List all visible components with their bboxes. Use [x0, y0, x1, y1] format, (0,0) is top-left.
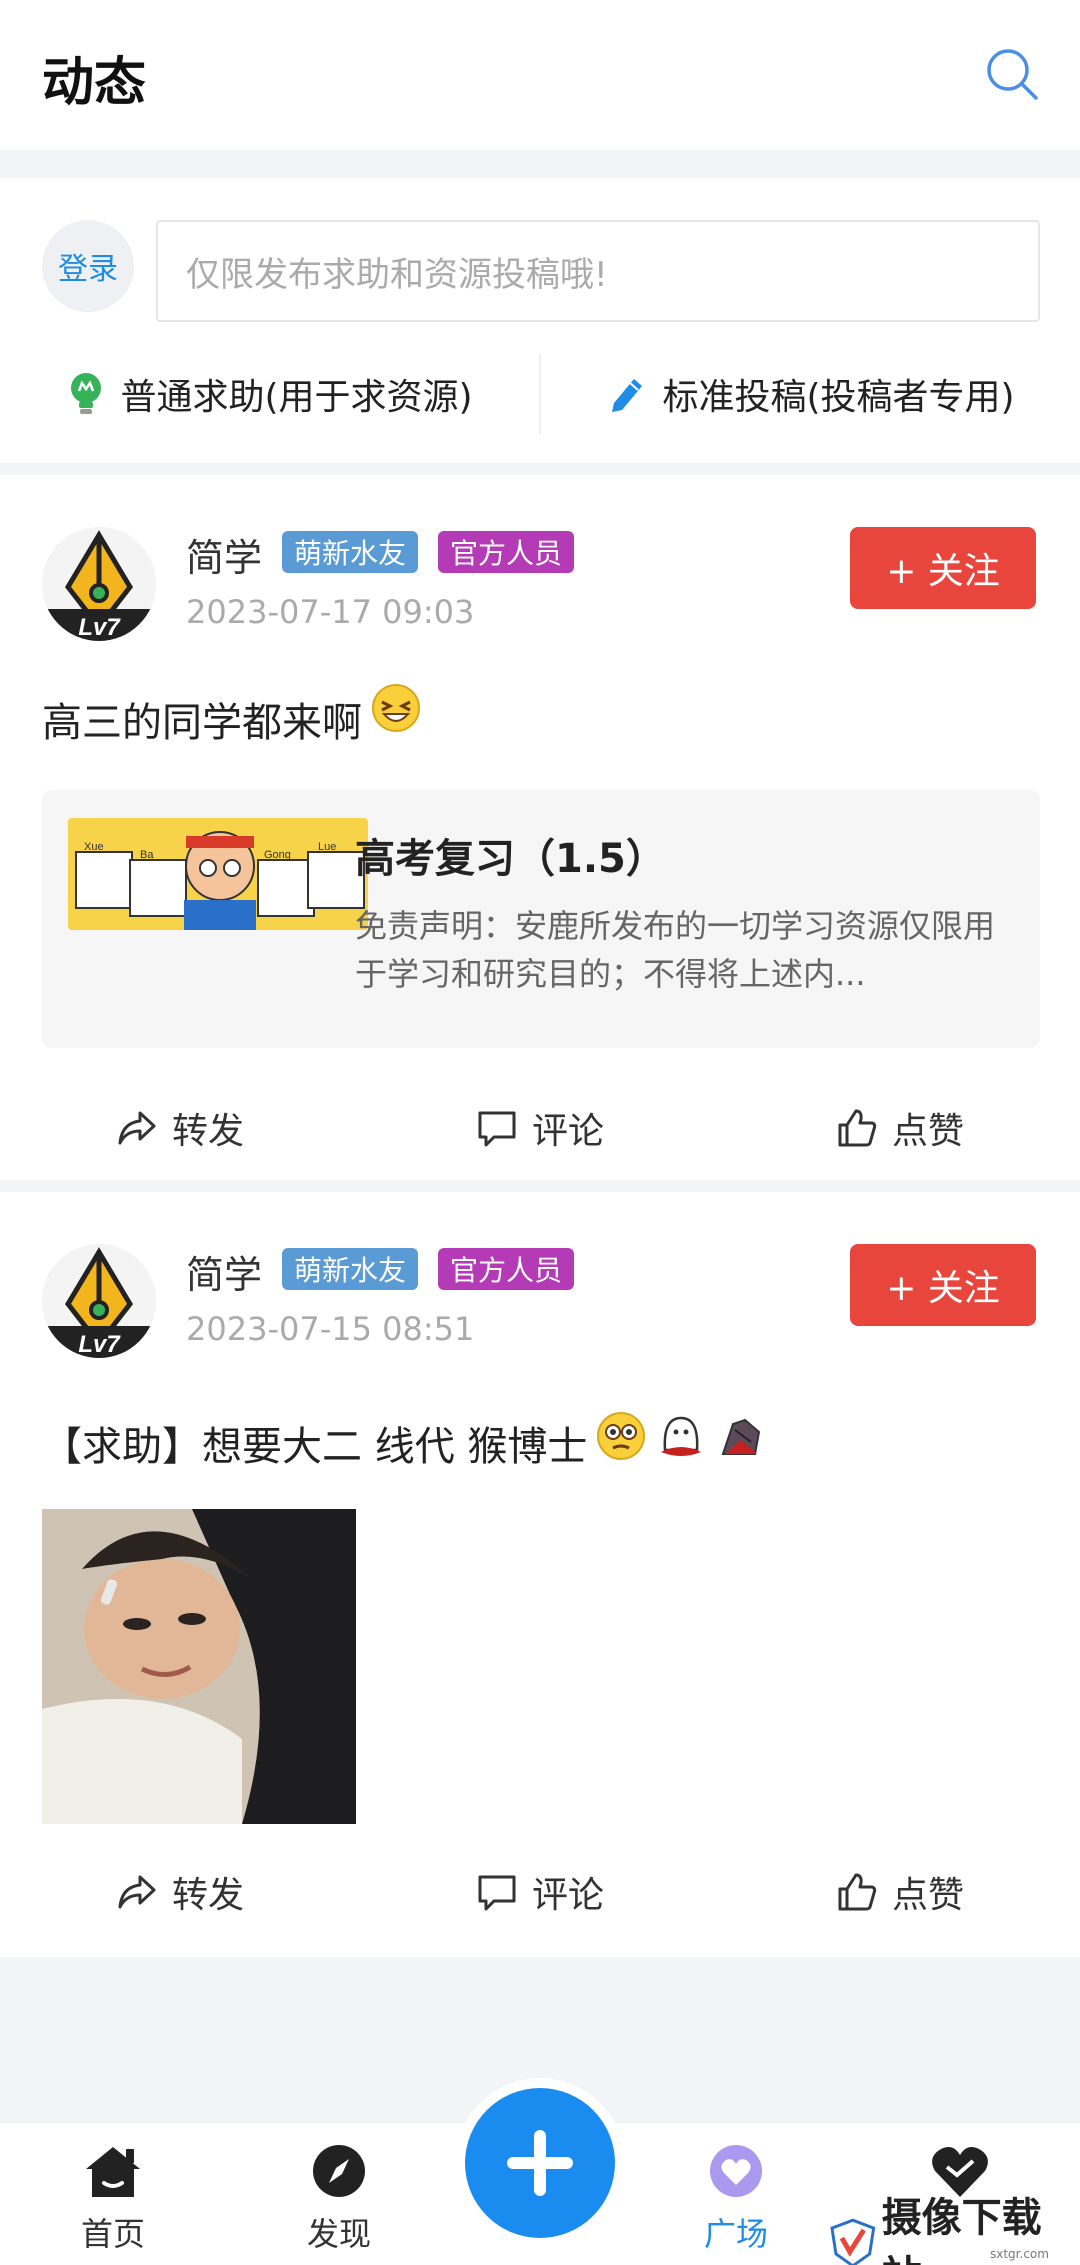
watermark-text: 摄像下载站	[881, 2195, 1042, 2265]
tab-plaza-label: 广场	[703, 2215, 768, 2253]
tab-home-label: 首页	[80, 2215, 145, 2253]
share-label: 转发	[171, 1875, 244, 1916]
follow-button[interactable]: + 关注	[850, 1244, 1036, 1326]
thumbs-up-icon	[838, 1109, 877, 1147]
post-card: Lv7 简学 萌新水友 官方人员 2023-07-17 09:03 + 关注 高…	[0, 475, 1080, 1180]
post-time: 2023-07-15 08:51	[186, 1310, 475, 1348]
comment-label: 评论	[531, 1111, 604, 1152]
thinking-emoji-icon	[597, 1412, 646, 1460]
plus-icon	[507, 2130, 573, 2196]
ghost-emoji-icon	[661, 1416, 702, 1456]
post-photo[interactable]	[42, 1509, 356, 1824]
top-bar: 动态	[0, 0, 1080, 150]
post-text: 高三的同学都来啊	[42, 700, 362, 746]
tab-discover[interactable]: 发现	[259, 2143, 419, 2255]
resource-card[interactable]: Xue Ba Gong Lue 高考复习（1.5） 免责声明：安鹿所发布的一切学…	[42, 790, 1040, 1048]
avatar[interactable]: Lv7	[42, 527, 156, 641]
post-text-row: 高三的同学都来啊	[42, 684, 422, 748]
svg-text:Lue: Lue	[318, 841, 336, 853]
post-text-row: 【求助】想要大二 线代 猴博士	[42, 1412, 767, 1472]
avatar[interactable]: Lv7	[42, 1244, 156, 1358]
resource-title: 高考复习（1.5）	[355, 836, 666, 882]
level-label: Lv7	[78, 614, 121, 641]
post-actions: 转发 评论 点赞	[0, 1083, 1080, 1173]
share-label: 转发	[171, 1111, 244, 1152]
thumbs-up-icon	[838, 1873, 877, 1911]
like-label: 点赞	[891, 1875, 964, 1916]
compass-icon	[313, 2145, 365, 2197]
follow-button[interactable]: + 关注	[850, 527, 1036, 609]
create-post-button[interactable]	[465, 2088, 615, 2238]
page: 动态 登录 仅限发布求助和资源投稿哦! 普通求助(用于求资源) 标准投稿(投稿者…	[0, 0, 1080, 2265]
like-button[interactable]: 点赞	[720, 1866, 1080, 1918]
cat-emoji-icon	[722, 1418, 761, 1455]
comment-button[interactable]: 评论	[360, 1866, 720, 1918]
post-text: 【求助】想要大二 线代 猴博士	[42, 1424, 588, 1470]
share-button[interactable]: 转发	[0, 1102, 360, 1154]
pen-nib-avatar-icon: Lv7	[42, 1244, 156, 1358]
author-name[interactable]: 简学	[186, 527, 262, 582]
plaza-heart-icon	[710, 2145, 762, 2197]
tab-home[interactable]: 首页	[33, 2143, 193, 2255]
svg-text:Gong: Gong	[264, 849, 291, 861]
comment-button[interactable]: 评论	[360, 1102, 720, 1154]
help-request-label: 普通求助(用于求资源)	[120, 376, 473, 418]
lightbulb-icon	[71, 372, 102, 414]
post-input[interactable]: 仅限发布求助和资源投稿哦!	[156, 220, 1040, 322]
pen-nib-avatar-icon: Lv7	[42, 527, 156, 641]
composer: 登录 仅限发布求助和资源投稿哦! 普通求助(用于求资源) 标准投稿(投稿者专用)	[0, 178, 1080, 463]
comment-label: 评论	[531, 1875, 604, 1916]
post-time: 2023-07-17 09:03	[186, 593, 475, 631]
badge-newbie: 萌新水友	[282, 531, 419, 573]
comment-icon	[478, 1111, 516, 1147]
tab-plaza[interactable]: 广场	[656, 2143, 816, 2255]
watermark-url: sxtgr.com	[990, 2247, 1049, 2261]
badge-newbie: 萌新水友	[282, 1248, 419, 1290]
resource-thumbnail: Xue Ba Gong Lue	[68, 818, 368, 930]
level-label: Lv7	[78, 1331, 121, 1358]
laughing-emoji-icon	[372, 684, 420, 732]
help-request-option[interactable]: 普通求助(用于求资源)	[0, 368, 539, 420]
resource-description: 免责声明：安鹿所发布的一切学习资源仅限用于学习和研究目的；不得将上述内...	[355, 907, 996, 993]
post-card: Lv7 简学 萌新水友 官方人员 2023-07-15 08:51 + 关注 【…	[0, 1192, 1080, 1957]
like-button[interactable]: 点赞	[720, 1102, 1080, 1154]
share-icon	[118, 1111, 156, 1145]
submission-label: 标准投稿(投稿者专用)	[662, 376, 1015, 418]
share-button[interactable]: 转发	[0, 1866, 360, 1918]
badge-official: 官方人员	[438, 1248, 575, 1290]
post-actions: 转发 评论 点赞	[0, 1847, 1080, 1937]
login-button[interactable]: 登录	[42, 220, 134, 312]
post-type-options: 普通求助(用于求资源) 标准投稿(投稿者专用)	[0, 346, 1080, 441]
submission-option[interactable]: 标准投稿(投稿者专用)	[541, 368, 1080, 420]
comment-icon	[478, 1875, 516, 1911]
svg-text:Xue: Xue	[84, 841, 104, 853]
watermark-shield-icon	[830, 2218, 876, 2265]
like-label: 点赞	[891, 1111, 964, 1152]
pencil-icon	[612, 378, 643, 412]
svg-text:Ba: Ba	[140, 849, 154, 861]
share-icon	[118, 1875, 156, 1909]
page-title: 动态	[42, 53, 147, 113]
search-icon[interactable]	[984, 46, 1040, 102]
home-icon	[86, 2147, 140, 2197]
tab-discover-label: 发现	[306, 2215, 371, 2253]
author-name[interactable]: 简学	[186, 1244, 262, 1299]
badge-official: 官方人员	[438, 531, 575, 573]
